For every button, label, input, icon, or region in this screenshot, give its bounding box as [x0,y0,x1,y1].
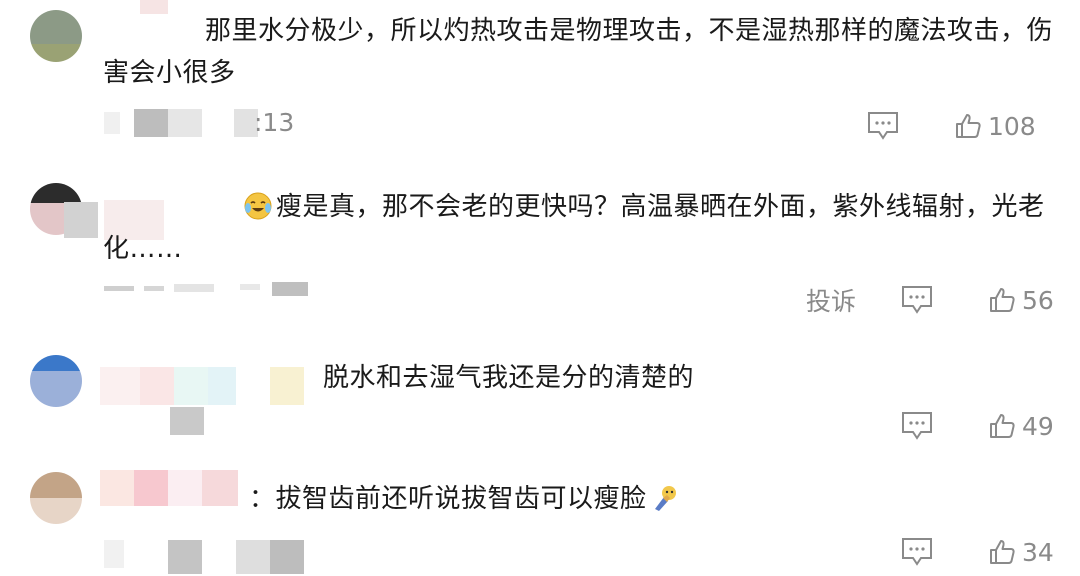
like-button[interactable]: 108 [954,108,1036,144]
comment-bubble-icon [902,286,932,314]
date-redacted [104,282,308,304]
avatar[interactable] [30,355,82,407]
reply-button[interactable] [900,408,934,444]
comment-text: ：拔智齿前还听说拔智齿可以瘦脸 [103,478,1063,520]
comment-item: 瘦是真，那不会老的更快吗？高温暴晒在外面，紫外线辐射，光老化…… 投诉 56 [0,170,1080,340]
comment-bubble-icon [868,112,898,140]
like-count: 56 [1022,285,1054,315]
comment-actions: 108 [866,108,1066,144]
comment-bubble-icon [902,412,932,440]
report-button[interactable]: 投诉 [806,282,856,318]
like-button[interactable]: 49 [988,408,1054,444]
comment-item: 那里水分极少，所以灼热攻击是物理攻击，不是湿热那样的魔法攻击，伤害会小很多 :1… [0,0,1080,160]
comment-actions: 34 [896,534,1066,570]
comment-time: :13 [254,108,295,137]
comment-actions: 49 [896,408,1066,444]
avatar[interactable] [30,472,82,524]
thumbs-up-icon [990,414,1015,438]
comment-text: 脱水和去湿气我还是分的清楚的 [323,363,695,393]
avatar[interactable] [30,10,82,62]
reply-button[interactable] [866,108,900,144]
like-count: 108 [988,111,1036,141]
thumbs-up-icon [990,540,1015,564]
thumbs-up-icon [990,288,1015,312]
like-count: 49 [1022,411,1054,441]
tears-of-joy-emoji-icon [244,192,272,220]
date-redacted [104,109,258,137]
comment-bubble-icon [902,538,932,566]
reply-button[interactable] [900,534,934,570]
like-count: 34 [1022,537,1054,567]
thumbs-up-icon [956,114,981,138]
doge-emoji-icon [654,486,676,511]
like-button[interactable]: 34 [988,534,1054,570]
comment-item: ：拔智齿前还听说拔智齿可以瘦脸 34 [0,462,1080,576]
like-button[interactable]: 56 [988,282,1054,318]
comment-text: 那里水分极少，所以灼热攻击是物理攻击，不是湿热那样的魔法攻击，伤害会小很多 [103,16,1054,88]
comment-actions: 投诉 56 [806,282,1066,318]
comment-text: 瘦是真，那不会老的更快吗？高温暴晒在外面，紫外线辐射，光老化…… [103,192,1045,264]
comment-item: 脱水和去湿气我还是分的清楚的 49 [0,345,1080,460]
reply-button[interactable] [900,282,934,318]
